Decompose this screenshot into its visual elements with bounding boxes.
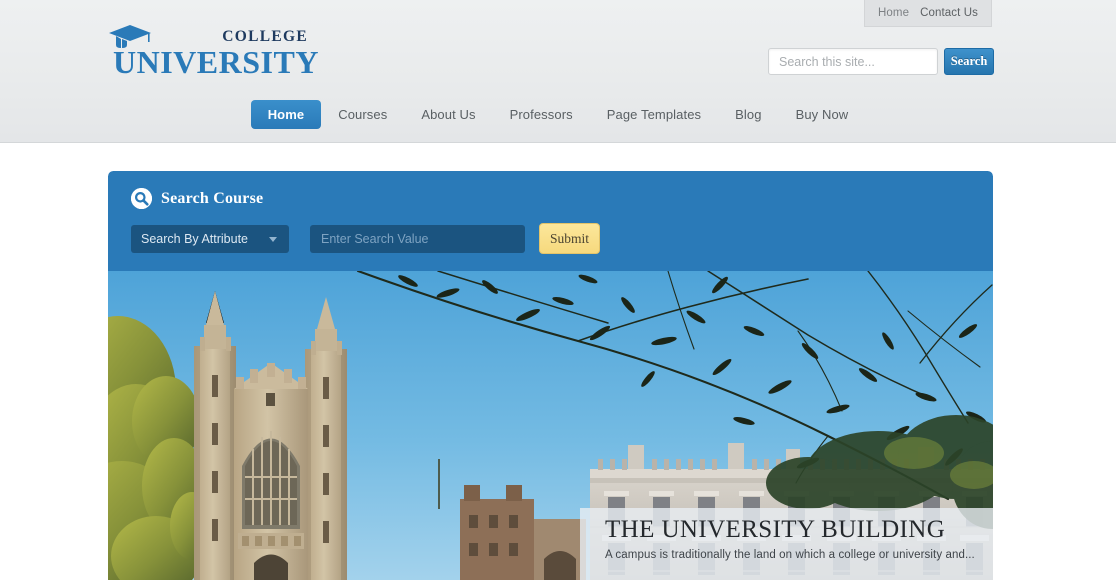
chevron-down-icon [269, 236, 277, 242]
hero-caption: THE UNIVERSITY BUILDING A campus is trad… [580, 508, 993, 580]
search-by-attribute-select[interactable]: Search By Attribute [131, 224, 289, 253]
search-value-input[interactable] [310, 224, 525, 253]
hero-caption-subtitle: A campus is traditionally the land on wh… [605, 548, 975, 561]
nav-item-courses[interactable]: Courses [321, 100, 404, 129]
topbar-nav: Home Contact Us [864, 0, 992, 27]
course-search-form: Search By Attribute Submit [131, 223, 600, 254]
topbar-link-home[interactable]: Home [878, 7, 909, 19]
main-content: Search Course Search By Attribute Submit [108, 171, 993, 580]
search-input[interactable] [768, 48, 938, 75]
site-logo[interactable]: COLLEGE UNIVERSITY [108, 21, 318, 81]
hero-slider[interactable]: THE UNIVERSITY BUILDING A campus is trad… [108, 271, 993, 580]
header-search-form: Search [768, 48, 994, 75]
course-search-title: Search Course [131, 188, 263, 209]
submit-button[interactable]: Submit [539, 223, 600, 254]
search-by-attribute-value: Search By Attribute [141, 231, 249, 246]
nav-item-about-us[interactable]: About Us [404, 100, 492, 129]
nav-item-blog[interactable]: Blog [718, 100, 778, 129]
course-search-title-text: Search Course [161, 189, 264, 207]
nav-item-professors[interactable]: Professors [493, 100, 590, 129]
search-button[interactable]: Search [944, 48, 994, 75]
nav-item-home[interactable]: Home [250, 100, 322, 129]
search-icon [131, 188, 152, 209]
logo-university-text: UNIVERSITY [113, 44, 319, 80]
nav-item-page-templates[interactable]: Page Templates [590, 100, 718, 129]
course-search-panel: Search Course Search By Attribute Submit [108, 171, 993, 271]
main-nav: Home Courses About Us Professors Page Te… [0, 100, 1116, 129]
hero-caption-title: THE UNIVERSITY BUILDING [605, 516, 946, 543]
topbar-link-contact-us[interactable]: Contact Us [920, 7, 978, 19]
site-header: Home Contact Us COLLEGE UNIVERSITY Searc… [0, 0, 1116, 143]
nav-item-buy-now[interactable]: Buy Now [779, 100, 866, 129]
